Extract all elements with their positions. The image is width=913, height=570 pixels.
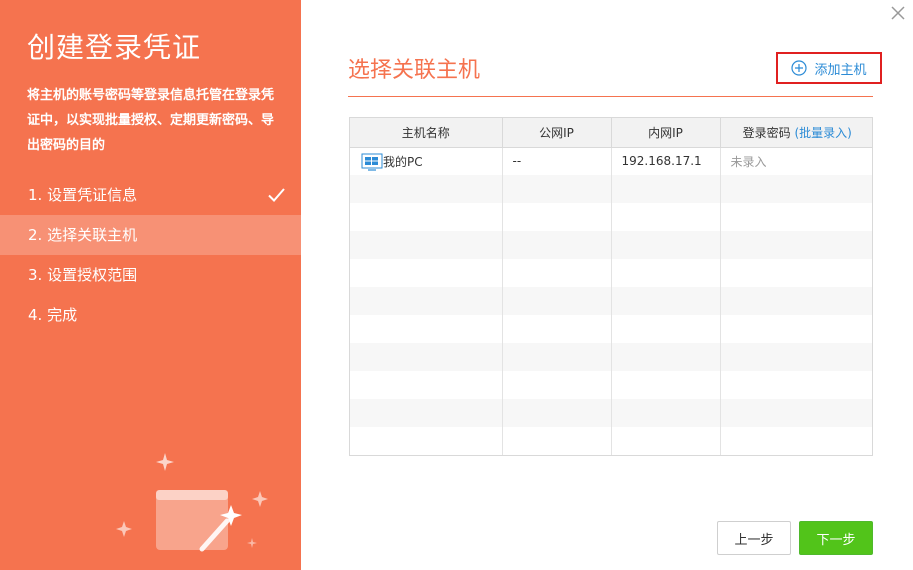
wizard-sidebar: 创建登录凭证 将主机的账号密码等登录信息托管在登录凭证中，以实现批量授权、定期更… <box>0 0 301 570</box>
batch-entry-link[interactable]: (批量录入) <box>794 126 851 140</box>
add-host-label: 添加主机 <box>814 62 867 78</box>
step-label: 4. 完成 <box>28 306 78 324</box>
step-set-scope[interactable]: 3. 设置授权范围 <box>0 255 301 295</box>
login-password-cell: 未录入 <box>730 154 767 169</box>
host-name-cell: 我的PC <box>350 147 503 175</box>
table-row-empty <box>350 343 872 371</box>
magic-wand-illustration-icon <box>116 453 268 552</box>
step-label: 3. 设置授权范围 <box>28 266 138 284</box>
column-header-login-password: 登录密码 (批量录入) <box>720 118 872 148</box>
windows-pc-icon <box>361 153 383 171</box>
public-ip-cell: -- <box>502 147 612 175</box>
wizard-description: 将主机的账号密码等登录信息托管在登录凭证中，以实现批量授权、定期更新密码、导出密… <box>27 88 275 153</box>
host-table: 主机名称 公网IP 内网IP 登录密码 (批量录入) 我的PC -- 192.1… <box>349 117 873 456</box>
step-select-host[interactable]: 2. 选择关联主机 <box>0 215 301 255</box>
column-header-host-name: 主机名称 <box>350 118 503 148</box>
plus-circle-icon <box>791 60 808 76</box>
table-row-empty <box>350 175 872 203</box>
table-row-empty <box>350 399 872 427</box>
table-row-empty <box>350 231 872 259</box>
close-icon[interactable] <box>889 4 907 22</box>
wizard-steps: 1. 设置凭证信息 2. 选择关联主机 3. 设置授权范围 4. 完成 <box>0 175 301 335</box>
table-row-empty <box>350 371 872 399</box>
step-label: 2. 选择关联主机 <box>28 226 138 244</box>
next-step-button[interactable]: 下一步 <box>799 521 873 555</box>
wizard-title: 创建登录凭证 <box>27 31 202 64</box>
table-row-empty <box>350 259 872 287</box>
step-finish[interactable]: 4. 完成 <box>0 295 301 335</box>
column-header-private-ip: 内网IP <box>611 118 721 148</box>
add-host-button[interactable]: 添加主机 <box>776 52 882 84</box>
table-row-empty <box>350 315 872 343</box>
table-row-empty <box>350 287 872 315</box>
table-header-row: 主机名称 公网IP 内网IP 登录密码 (批量录入) <box>350 118 872 148</box>
table-row-empty <box>350 203 872 231</box>
table-row[interactable]: 我的PC -- 192.168.17.1 未录入 <box>350 147 872 175</box>
step-label: 1. 设置凭证信息 <box>28 186 138 204</box>
checkmark-icon <box>268 188 285 202</box>
column-header-public-ip: 公网IP <box>502 118 612 148</box>
table-row-empty <box>350 427 872 455</box>
page-title: 选择关联主机 <box>348 58 481 83</box>
step-set-credential[interactable]: 1. 设置凭证信息 <box>0 175 301 215</box>
private-ip-cell: 192.168.17.1 <box>611 147 721 175</box>
previous-step-button[interactable]: 上一步 <box>717 521 791 555</box>
title-divider <box>348 96 873 97</box>
